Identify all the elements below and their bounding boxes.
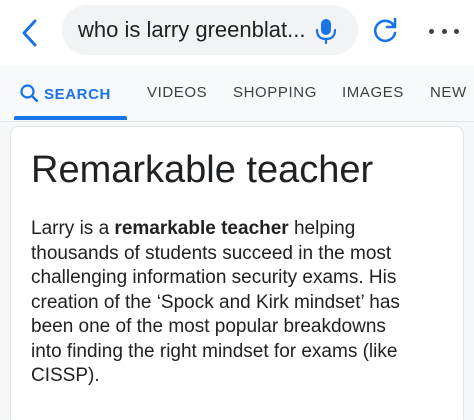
tab-images[interactable]: IMAGES: [342, 84, 404, 101]
tab-news-label: NEW: [430, 84, 467, 101]
result-line: been one of the most popular breakdowns: [31, 316, 386, 337]
tab-images-label: IMAGES: [342, 84, 404, 101]
search-tabs: SEARCH VIDEOS SHOPPING IMAGES NEW: [0, 66, 474, 122]
refresh-icon[interactable]: [371, 17, 399, 45]
result-line: challenging information security exams. …: [31, 267, 397, 288]
tab-search-label: SEARCH: [44, 86, 111, 103]
microphone-icon[interactable]: [315, 18, 337, 44]
active-tab-indicator: [14, 116, 127, 120]
result-line: CISSP).: [31, 365, 100, 386]
tab-search[interactable]: SEARCH: [20, 84, 111, 103]
more-button[interactable]: [429, 21, 459, 41]
search-query-text[interactable]: who is larry greenblat...: [78, 17, 305, 43]
result-line: thousands of students succeed in the mos…: [31, 242, 392, 264]
tab-videos[interactable]: VIDEOS: [147, 84, 207, 101]
result-heading: Remarkable teacher: [31, 149, 374, 191]
tab-videos-label: VIDEOS: [147, 84, 208, 101]
tab-shopping-label: SHOPPING: [233, 84, 317, 101]
search-field[interactable]: who is larry greenblat...: [62, 5, 358, 55]
highlighted-phrase: remarkable teacher: [114, 218, 289, 239]
top-bar: who is larry greenblat...: [0, 0, 474, 66]
tab-news[interactable]: NEW: [430, 84, 474, 101]
result-line: Larry is a remarkable teacher helping: [31, 218, 356, 239]
result-body: Larry is a remarkable teacher helping th…: [31, 217, 451, 389]
chevron-left-icon: [22, 19, 37, 47]
more-horizontal-icon: [429, 28, 434, 34]
result-line: creation of the ‘Spock and Kirk mindset’…: [31, 291, 400, 313]
result-line: into finding the right mindset for exams…: [31, 340, 398, 362]
back-button[interactable]: [14, 13, 44, 53]
search-icon: [20, 84, 39, 103]
result-card[interactable]: Remarkable teacher Larry is a remarkable…: [10, 126, 464, 420]
tab-shopping[interactable]: SHOPPING: [233, 84, 317, 101]
